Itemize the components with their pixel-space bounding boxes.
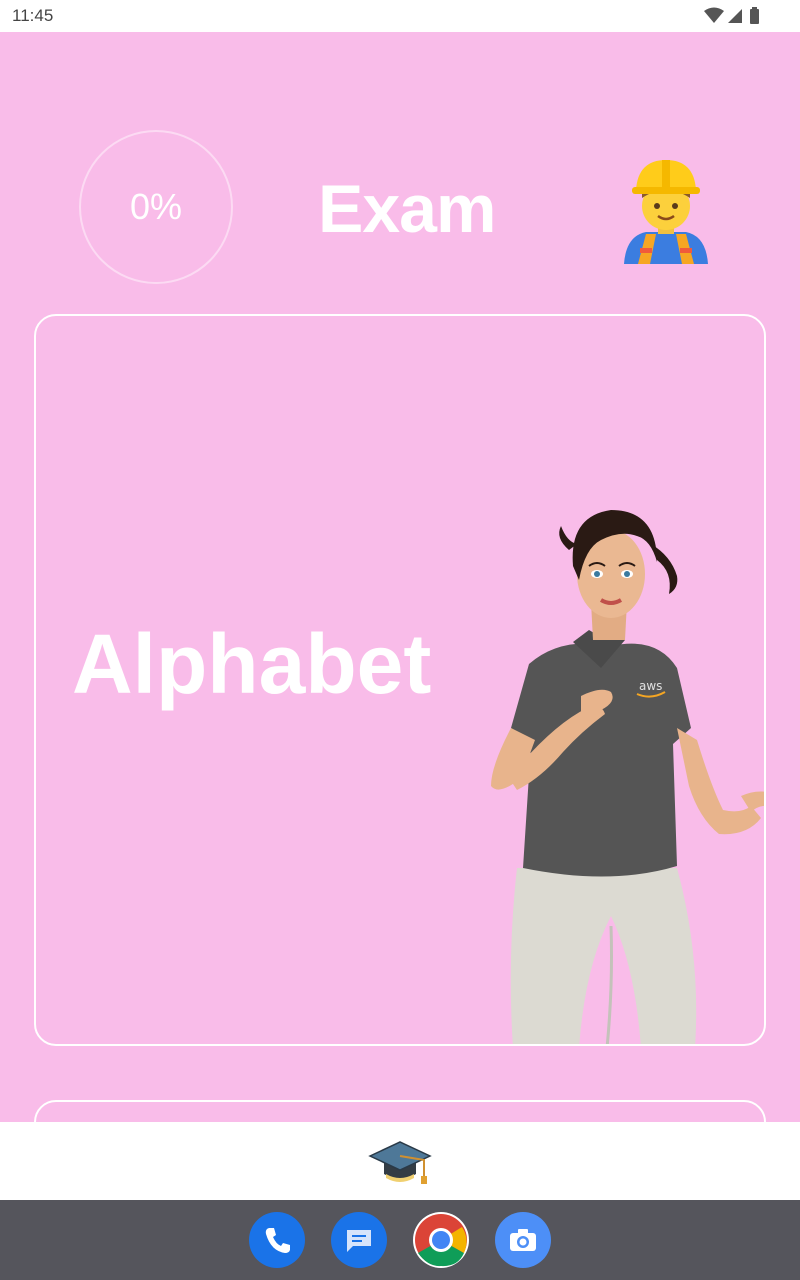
status-time: 11:45 [12,6,54,25]
battery-icon [750,7,759,24]
graduation-cap-icon[interactable] [368,1138,432,1188]
camera-icon [510,1229,536,1251]
status-bar: 11:45 [0,0,800,32]
bottom-nav [0,1122,800,1200]
camera-app-icon[interactable] [495,1212,551,1268]
system-dock [0,1200,800,1280]
progress-percentage: 0% [129,186,183,227]
page-title: Exam [318,171,496,247]
progress-ring: 0% [79,130,233,284]
status-icons [704,7,759,24]
svg-text:aws: aws [639,679,662,693]
cell-signal-icon [728,9,742,23]
construction-worker-icon[interactable] [616,156,716,266]
phone-app-icon[interactable] [249,1212,305,1268]
phone-icon [265,1228,290,1253]
messages-app-icon[interactable] [331,1212,387,1268]
chrome-app-icon[interactable] [413,1212,469,1268]
signing-avatar-image: aws [491,510,764,1044]
messages-icon [347,1230,371,1252]
wifi-icon [704,7,724,23]
lesson-card-next[interactable] [34,1100,766,1122]
chrome-icon [415,1214,467,1267]
exam-screen: 0% Exam Alphabet aws [0,32,800,1122]
lesson-card-alphabet[interactable]: Alphabet aws [34,314,766,1046]
lesson-card-title: Alphabet [72,617,432,711]
